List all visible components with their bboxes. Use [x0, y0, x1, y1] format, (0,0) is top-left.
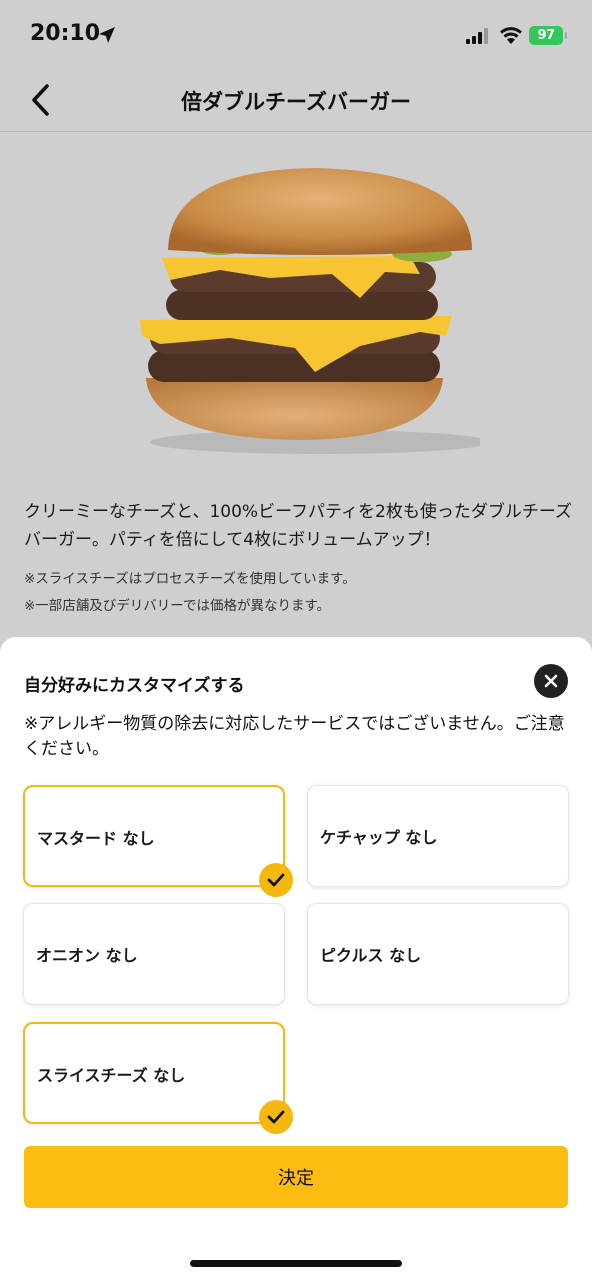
battery-icon: 97 [529, 26, 567, 45]
product-description: クリーミーなチーズと、100%ビーフパティを2枚も使ったダブルチーズバーガー。パ… [24, 502, 572, 550]
option-label: オニオン なし [36, 946, 138, 965]
nav-bar: 倍ダブルチーズバーガー [0, 70, 592, 132]
sheet-title: 自分好みにカスタマイズする [24, 676, 245, 696]
product-note-1: ※スライスチーズはプロセスチーズを使用しています。 [24, 571, 356, 587]
option-ketchup[interactable]: ケチャップ なし [307, 785, 569, 887]
page-title: 倍ダブルチーズバーガー [181, 90, 411, 114]
confirm-button[interactable]: 決定 [24, 1146, 568, 1208]
product-image [120, 150, 490, 460]
status-time: 20:10 [30, 21, 101, 46]
product-note-2: ※一部店舗及びデリバリーでは価格が異なります。 [24, 598, 331, 614]
location-arrow-icon [98, 26, 116, 48]
option-label: ケチャップ なし [320, 828, 438, 847]
status-bar: 20:10 97 [0, 0, 592, 70]
close-button[interactable] [534, 664, 568, 698]
close-icon [544, 674, 558, 688]
check-icon [259, 863, 293, 897]
customize-sheet: 自分好みにカスタマイズする ※アレルギー物質の除去に対応したサービスではございま… [0, 637, 592, 1280]
option-label: スライスチーズ なし [37, 1066, 186, 1085]
allergy-notice: ※アレルギー物質の除去に対応したサービスではございません。ご注意ください。 [24, 714, 565, 759]
signal-icon [466, 28, 492, 48]
option-onion[interactable]: オニオン なし [23, 903, 285, 1005]
check-icon [259, 1100, 293, 1134]
option-mustard[interactable]: マスタード なし [23, 785, 293, 897]
option-sliced-cheese[interactable]: スライスチーズ なし [23, 1022, 293, 1134]
option-label: マスタード なし [37, 829, 155, 848]
option-pickles[interactable]: ピクルス なし [307, 903, 569, 1005]
option-label: ピクルス なし [320, 946, 422, 965]
home-indicator [190, 1260, 402, 1267]
wifi-icon [499, 25, 523, 48]
